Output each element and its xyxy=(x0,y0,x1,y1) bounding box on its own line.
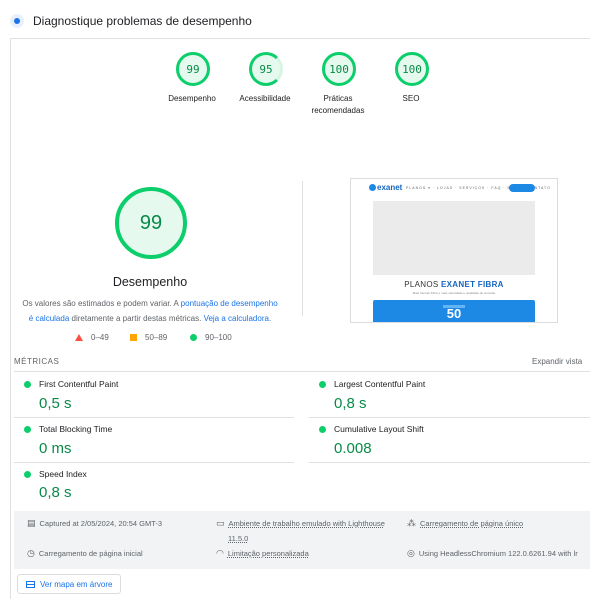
legend-range: 90–100 xyxy=(205,333,232,342)
divider xyxy=(14,417,294,418)
square-icon xyxy=(130,334,137,341)
score-disclaimer: Os valores são estimados e podem variar.… xyxy=(20,296,280,326)
view-treemap-button[interactable]: Ver mapa em árvore xyxy=(17,574,122,594)
gauge-seo[interactable]: 100 SEO xyxy=(366,52,456,105)
final-screenshot[interactable]: exanet PLANOS ▾ · LOJAS · SERVIÇOS · FAQ… xyxy=(350,178,558,323)
logo-icon xyxy=(369,184,376,192)
legend-fail: 0–49 xyxy=(75,333,109,342)
metric-name: Speed Index xyxy=(39,469,87,479)
metric-name: Cumulative Layout Shift xyxy=(334,424,424,434)
initial-page-load: ◷ Carregamento de página inicial xyxy=(27,548,143,559)
divider xyxy=(309,417,590,418)
metrics-header: MÉTRICAS xyxy=(14,357,60,366)
thumb-heading: PLANOS EXANET FIBRA xyxy=(351,280,557,289)
captured-text: Captured at 2/05/2024, 20:54 GMT-3 xyxy=(39,519,163,528)
gauge-score: 100 xyxy=(322,52,356,86)
laptop-icon: ▭ xyxy=(216,518,225,528)
thumb-plan-card: 50 xyxy=(373,300,535,322)
logo-text: exanet xyxy=(377,183,403,192)
divider xyxy=(309,462,590,463)
thumb-card-value: 50 xyxy=(446,306,462,321)
pass-icon xyxy=(319,426,326,433)
chrome-icon: ◎ xyxy=(407,548,415,558)
timer-icon: ◷ xyxy=(27,548,35,558)
legend-range: 50–89 xyxy=(145,333,168,342)
captured-at: ▤ Captured at 2/05/2024, 20:54 GMT-3 xyxy=(27,518,162,529)
metric-name: Total Blocking Time xyxy=(39,424,113,434)
performance-label: Desempenho xyxy=(112,275,188,289)
metric-name: Largest Contentful Paint xyxy=(334,379,426,389)
thumb-hero-image xyxy=(373,201,535,275)
wifi-icon: ◠ xyxy=(216,548,224,558)
disclaimer-text: diretamente a partir destas métricas. xyxy=(69,314,204,323)
triangle-icon xyxy=(75,334,83,341)
gauge-label: SEO xyxy=(402,94,420,103)
pass-icon xyxy=(24,381,31,388)
circle-icon xyxy=(190,334,197,341)
users-icon: ⁂ xyxy=(407,518,416,528)
divider xyxy=(14,462,294,463)
calculator-link[interactable]: Veja a calculadora xyxy=(204,314,269,323)
disclaimer-text: Os valores são estimados e podem variar.… xyxy=(22,299,181,308)
single-page-load[interactable]: ⁂ Carregamento de página único xyxy=(407,518,523,529)
emulation-env[interactable]: ▭ Ambiente de trabalho emulado with Ligh… xyxy=(216,518,385,529)
disclaimer-text: . xyxy=(268,314,272,323)
thumb-subtext: Mais Internet Fibra e mais velocidade e … xyxy=(412,291,496,295)
lighthouse-version: 11.5.0 xyxy=(228,534,248,543)
metric-name: First Contentful Paint xyxy=(39,379,119,389)
gauge-score: 99 xyxy=(176,52,210,86)
divider xyxy=(14,371,590,372)
legend-range: 0–49 xyxy=(91,333,109,342)
pass-icon xyxy=(24,471,31,478)
calendar-icon: ▤ xyxy=(27,518,36,528)
pass-icon xyxy=(24,426,31,433)
pass-icon xyxy=(319,381,326,388)
initial-load-text: Carregamento de página inicial xyxy=(38,549,143,558)
thumb-cta xyxy=(509,184,535,192)
metric-value: 0,8 s xyxy=(39,484,72,501)
environment-text: Ambiente de trabalho emulado with Lighth… xyxy=(228,519,385,528)
performance-gauge: 99 xyxy=(115,187,187,259)
metric-value: 0.008 xyxy=(334,440,372,457)
throttling[interactable]: ◠ Limitação personalizada xyxy=(216,548,309,559)
site-logo: exanet xyxy=(369,183,402,192)
expand-view-button[interactable]: Expandir vista xyxy=(532,357,582,366)
single-page-text: Carregamento de página único xyxy=(420,519,523,528)
thumb-heading-plain: PLANOS xyxy=(404,280,442,289)
metric-value: 0,8 s xyxy=(334,395,367,412)
metric-value: 0 ms xyxy=(39,440,72,457)
legend-pass: 90–100 xyxy=(190,333,232,342)
legend-average: 50–89 xyxy=(130,333,167,342)
treemap-label: Ver mapa em árvore xyxy=(40,579,113,589)
lighthouse-icon xyxy=(10,14,24,28)
thumb-heading-bold: EXANET FIBRA xyxy=(441,280,504,289)
browser-info[interactable]: ◎ Using HeadlessChromium 122.0.6261.94 w… xyxy=(407,548,578,559)
gauge-score: 100 xyxy=(395,52,429,86)
metric-value: 0,5 s xyxy=(39,395,72,412)
version-text: 11.5.0 xyxy=(228,534,249,543)
section-title: Diagnostique problemas de desempenho xyxy=(33,14,252,28)
throttling-text: Limitação personalizada xyxy=(227,549,309,558)
browser-text: Using HeadlessChromium 122.0.6261.94 wit… xyxy=(418,549,578,558)
gauge-score: 95 xyxy=(249,52,283,86)
treemap-icon xyxy=(26,580,35,588)
divider xyxy=(302,181,303,316)
